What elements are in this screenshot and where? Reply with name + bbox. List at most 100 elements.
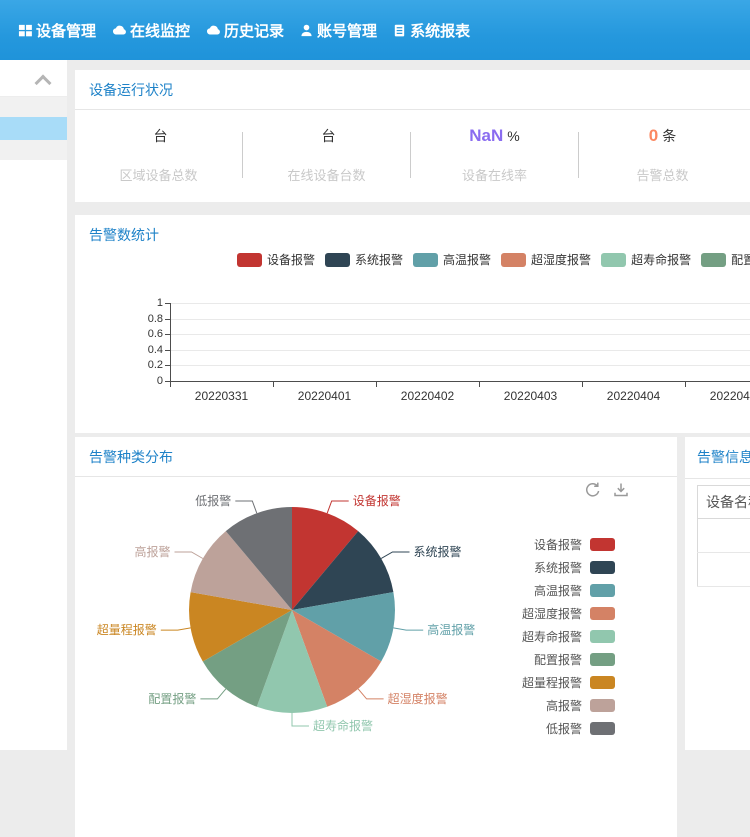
pie-label: 系统报警 bbox=[414, 544, 462, 559]
pie-legend-item-7[interactable]: 高报警 bbox=[522, 694, 615, 717]
x-axis-tick bbox=[376, 382, 377, 387]
top-nav: 设备管理 在线监控 历史记录 账号管理 系统报表 bbox=[0, 0, 750, 60]
pie-label-line bbox=[358, 689, 383, 699]
stat-unit: 台 bbox=[322, 128, 336, 144]
y-axis-label: 0.2 bbox=[125, 359, 163, 371]
pie-label-line bbox=[292, 713, 309, 726]
x-axis-line bbox=[170, 381, 750, 382]
nav-item-label: 系统报表 bbox=[410, 20, 470, 41]
stats-row: 台区域设备总数台在线设备台数NaN%设备在线率0条告警总数 bbox=[75, 126, 750, 184]
legend-label: 系统报警 bbox=[534, 559, 582, 576]
legend-label: 超寿命报警 bbox=[522, 628, 582, 645]
legend-label: 超量程报警 bbox=[522, 674, 582, 691]
x-axis-label: 20220402 bbox=[376, 389, 479, 403]
sidebar bbox=[0, 60, 67, 750]
x-axis-tick bbox=[170, 382, 171, 387]
pie-legend: 设备报警系统报警高温报警超湿度报警超寿命报警配置报警超量程报警高报警低报警 bbox=[522, 533, 615, 740]
cloud-icon bbox=[111, 22, 127, 38]
device-status-panel: 设备运行状况 台区域设备总数台在线设备台数NaN%设备在线率0条告警总数 bbox=[75, 70, 750, 202]
x-axis-tick bbox=[582, 382, 583, 387]
report-icon bbox=[392, 23, 407, 38]
stat-label: 告警总数 bbox=[579, 165, 746, 184]
panel-title: 设备运行状况 bbox=[75, 70, 750, 110]
stat-3: 0条告警总数 bbox=[579, 126, 746, 184]
download-icon[interactable] bbox=[612, 481, 630, 504]
pie-legend-item-0[interactable]: 设备报警 bbox=[522, 533, 615, 556]
legend-label: 超湿度报警 bbox=[522, 605, 582, 622]
y-axis-line bbox=[170, 303, 171, 382]
pie-legend-item-3[interactable]: 超湿度报警 bbox=[522, 602, 615, 625]
pie-label-line bbox=[200, 689, 225, 699]
nav-item-1[interactable]: 在线监控 bbox=[111, 20, 190, 41]
nav-item-2[interactable]: 历史记录 bbox=[205, 20, 284, 41]
stat-1: 台在线设备台数 bbox=[243, 126, 410, 184]
pie-label-line bbox=[161, 628, 191, 630]
pie-label-line bbox=[381, 552, 409, 559]
pie-legend-item-8[interactable]: 低报警 bbox=[522, 717, 615, 740]
line-chart: 00.20.40.60.8120220331202204012022040220… bbox=[75, 215, 750, 433]
stat-0: 台区域设备总数 bbox=[75, 126, 242, 184]
legend-swatch bbox=[590, 722, 615, 735]
pie-legend-item-4[interactable]: 超寿命报警 bbox=[522, 625, 615, 648]
x-axis-label: 20220404 bbox=[582, 389, 685, 403]
stat-value: 0 bbox=[649, 126, 658, 145]
nav-item-label: 在线监控 bbox=[130, 20, 190, 41]
y-axis-label: 0.8 bbox=[125, 313, 163, 325]
table-cell bbox=[698, 519, 750, 553]
pie-legend-item-6[interactable]: 超量程报警 bbox=[522, 671, 615, 694]
sidebar-items bbox=[0, 97, 67, 160]
pie-legend-item-1[interactable]: 系统报警 bbox=[522, 556, 615, 579]
stat-label: 在线设备台数 bbox=[243, 165, 410, 184]
alarm-type-panel: 告警种类分布 设备报警系统报警高温报警超湿度报警超寿命报警配置报警超量程报警高报… bbox=[75, 437, 677, 837]
nav-item-3[interactable]: 账号管理 bbox=[299, 20, 377, 41]
x-axis-label: 20220401 bbox=[273, 389, 376, 403]
x-axis-label: 20220331 bbox=[170, 389, 273, 403]
pie-label: 高报警 bbox=[134, 544, 170, 559]
pie-label: 设备报警 bbox=[353, 493, 401, 508]
legend-swatch bbox=[590, 630, 615, 643]
pie-label: 超寿命报警 bbox=[313, 718, 373, 733]
nav-item-label: 历史记录 bbox=[224, 20, 284, 41]
pie-label-line bbox=[235, 501, 256, 513]
x-axis-tick bbox=[479, 382, 480, 387]
legend-swatch bbox=[590, 538, 615, 551]
pie-label: 低报警 bbox=[195, 493, 231, 508]
gridline bbox=[170, 334, 750, 335]
legend-swatch bbox=[590, 676, 615, 689]
stat-unit: 条 bbox=[662, 128, 676, 144]
alarm-table-header: 设备名称 bbox=[698, 486, 750, 519]
legend-swatch bbox=[590, 584, 615, 597]
table-row bbox=[698, 519, 750, 553]
stat-label: 设备在线率 bbox=[411, 165, 578, 184]
pie-label-line bbox=[327, 501, 349, 513]
gridline bbox=[170, 365, 750, 366]
nav-item-0[interactable]: 设备管理 bbox=[18, 20, 96, 41]
grid-icon bbox=[18, 23, 33, 38]
refresh-icon[interactable] bbox=[584, 481, 602, 504]
chevron-up-icon[interactable] bbox=[35, 75, 52, 92]
alarm-table-body bbox=[698, 519, 750, 587]
sidebar-item-2[interactable] bbox=[0, 140, 67, 160]
gridline bbox=[170, 350, 750, 351]
stat-2: NaN%设备在线率 bbox=[411, 126, 578, 184]
legend-swatch bbox=[590, 561, 615, 574]
sidebar-item-0[interactable] bbox=[0, 97, 67, 117]
sidebar-item-1[interactable] bbox=[0, 117, 67, 140]
legend-label: 低报警 bbox=[546, 720, 582, 737]
nav-item-4[interactable]: 系统报表 bbox=[392, 20, 470, 41]
pie-legend-item-2[interactable]: 高温报警 bbox=[522, 579, 615, 602]
gridline bbox=[170, 303, 750, 304]
x-axis-label: 20220405 bbox=[685, 389, 750, 403]
nav-item-label: 账号管理 bbox=[317, 20, 377, 41]
x-axis-label: 20220403 bbox=[479, 389, 582, 403]
pie-legend-item-5[interactable]: 配置报警 bbox=[522, 648, 615, 671]
legend-swatch bbox=[590, 699, 615, 712]
y-axis-label: 0.4 bbox=[125, 344, 163, 356]
alarm-table: 设备名称 bbox=[697, 485, 750, 587]
x-axis-tick bbox=[273, 382, 274, 387]
x-axis-tick bbox=[685, 382, 686, 387]
legend-label: 高温报警 bbox=[534, 582, 582, 599]
alarm-info-panel: 告警信息汇总 设备名称 bbox=[685, 437, 750, 750]
alarm-table-header-row: 设备名称 bbox=[698, 486, 750, 519]
pie-label-line bbox=[393, 628, 423, 630]
